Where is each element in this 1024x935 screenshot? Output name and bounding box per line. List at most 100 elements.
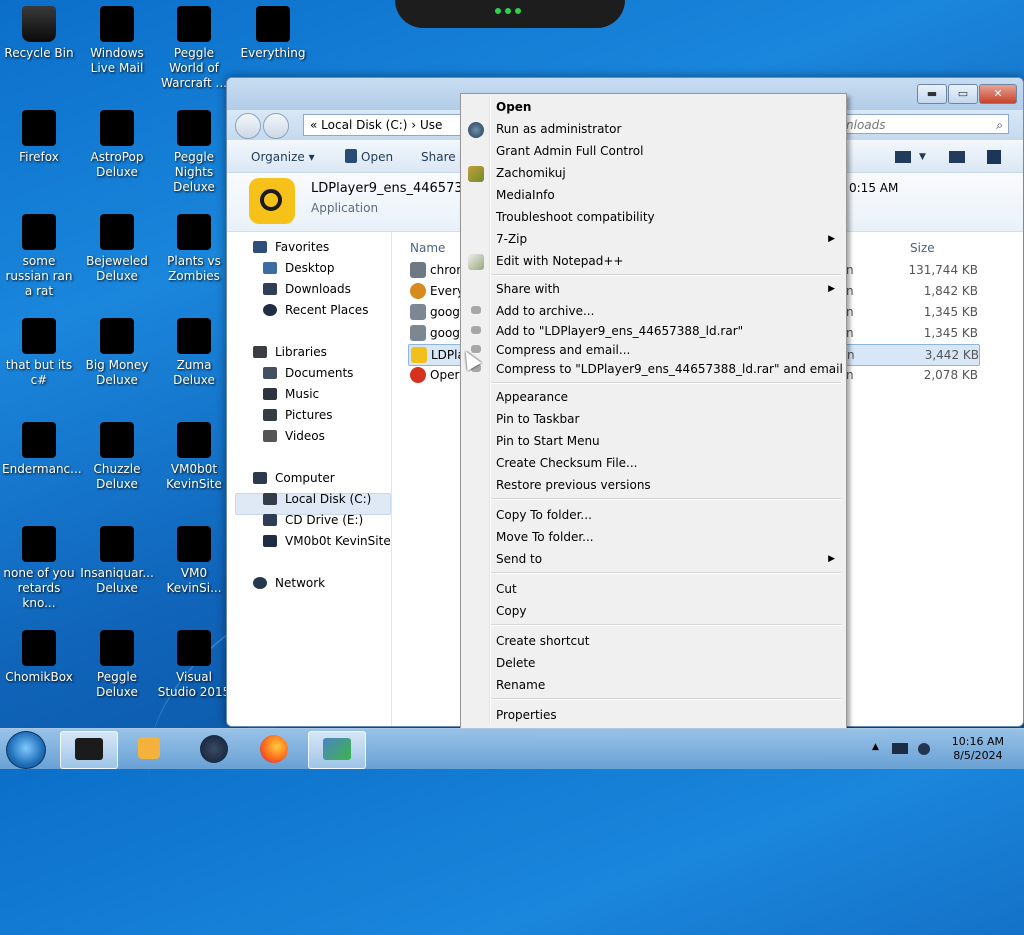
nav-local-disk[interactable]: Local Disk (C:) [263,492,371,506]
nav-network[interactable]: Network [253,576,325,590]
desktop-icon-recycle-bin[interactable]: Recycle Bin [2,6,76,61]
network-tray-icon[interactable] [892,743,908,754]
menu-item-restore-versions[interactable]: Restore previous versions [496,478,651,492]
taskbar-explorer[interactable] [60,731,118,769]
menu-item-add-rar[interactable]: Add to "LDPlayer9_ens_44657388_ld.rar" [496,324,743,338]
desktop-icon-label: VM0b0t KevinSite [166,462,222,491]
taskbar-app-active[interactable] [308,731,366,769]
close-button[interactable]: ✕ [979,84,1017,104]
nav-music[interactable]: Music [263,387,319,401]
address-bar[interactable]: « Local Disk (C:) › Use [303,114,471,136]
desktop-icon-peggle-nights[interactable]: Peggle Nights Deluxe [157,110,231,195]
desktop-icon-pvz[interactable]: Plants vs Zombies [157,214,231,284]
maximize-button[interactable]: ▭ [948,84,978,104]
desktop-icon-astropop[interactable]: AstroPop Deluxe [80,110,154,180]
desktop-icon-firefox[interactable]: Firefox [2,110,76,165]
desktop-icon-label: Insaniquar... Deluxe [80,566,154,595]
desktop-icon-label: Windows Live Mail [90,46,144,75]
menu-item-delete[interactable]: Delete [496,656,535,670]
menu-item-copy[interactable]: Copy [496,604,526,618]
menu-item-move-to-folder[interactable]: Move To folder... [496,530,594,544]
nav-vm-drive[interactable]: VM0b0t KevinSite [263,534,391,548]
nav-videos[interactable]: Videos [263,429,325,443]
desktop-icon-russian-rat[interactable]: some russian ran a rat [2,214,76,299]
menu-item-run-as-admin[interactable]: Run as administrator [496,122,621,136]
taskbar-app-globe[interactable] [186,731,242,767]
desktop-icon-peggle-deluxe[interactable]: Peggle Deluxe [80,630,154,700]
organize-button[interactable]: Organize ▾ [251,150,315,164]
preview-pane-icon[interactable] [949,151,965,163]
menu-item-7zip[interactable]: 7-Zip [496,232,527,246]
desktop-icon-big-money[interactable]: Big Money Deluxe [80,318,154,388]
nav-favorites[interactable]: Favorites [253,240,329,254]
desktop-icon-label: Firefox [19,150,59,164]
forward-button[interactable] [263,113,289,139]
column-header-name[interactable]: Name [410,241,445,255]
show-hidden-icons[interactable]: ▲ [872,742,884,752]
nav-computer[interactable]: Computer [253,471,335,485]
menu-item-properties[interactable]: Properties [496,708,557,722]
menu-item-pin-taskbar[interactable]: Pin to Taskbar [496,412,579,426]
menu-item-cut[interactable]: Cut [496,582,517,596]
menu-item-compress-email[interactable]: Compress and email... [496,343,630,357]
menu-item-compress-rar-email[interactable]: Compress to "LDPlayer9_ens_44657388_ld.r… [496,362,843,376]
desktop-icon-that-but-csharp[interactable]: that but its c# [2,318,76,388]
menu-item-share-with[interactable]: Share with [496,282,560,296]
desktop-icon-zuma[interactable]: Zuma Deluxe [157,318,231,388]
desktop-icon-visual-studio[interactable]: Visual Studio 2015 [157,630,231,700]
menu-item-rename[interactable]: Rename [496,678,545,692]
desktop-icon-bejeweled[interactable]: Bejeweled Deluxe [80,214,154,284]
desktop-icon-none-of-you[interactable]: none of you retards kno... [2,526,76,611]
taskbar-media-player[interactable] [122,731,178,767]
menu-item-troubleshoot[interactable]: Troubleshoot compatibility [496,210,655,224]
nav-downloads[interactable]: Downloads [263,282,351,296]
help-icon[interactable] [987,150,1001,164]
desktop-icon-label: some russian ran a rat [5,254,73,298]
menu-item-zachomikuj[interactable]: Zachomikuj [496,166,566,180]
menu-item-create-shortcut[interactable]: Create shortcut [496,634,589,648]
breadcrumb-local-disk[interactable]: Local Disk (C:) [321,118,407,132]
desktop-icon-windows-live-mail[interactable]: Windows Live Mail [80,6,154,76]
desktop-icon-vm0-kevinsite[interactable]: VM0 KevinSi... [157,526,231,596]
menu-item-appearance[interactable]: Appearance [496,390,568,404]
menu-item-add-archive[interactable]: Add to archive... [496,304,594,318]
file-size: 2,078 KB [923,368,978,382]
breadcrumb-users[interactable]: Use [420,118,442,132]
desktop-icon-insaniquarium[interactable]: Insaniquar... Deluxe [80,526,154,596]
nav-documents[interactable]: Documents [263,366,353,380]
menu-item-copy-to-folder[interactable]: Copy To folder... [496,508,592,522]
desktop-icon-peggle-wow[interactable]: Peggle World of Warcraft ... [157,6,231,91]
open-button[interactable]: Open [361,150,393,164]
nav-cd-drive[interactable]: CD Drive (E:) [263,513,363,527]
address-prefix: « [310,118,318,132]
menu-item-mediainfo[interactable]: MediaInfo [496,188,555,202]
start-button[interactable] [6,731,46,769]
menu-item-open[interactable]: Open [496,100,531,114]
menu-item-grant-admin[interactable]: Grant Admin Full Control [496,144,643,158]
desktop-icon-chuzzle[interactable]: Chuzzle Deluxe [80,422,154,492]
menu-item-send-to[interactable]: Send to [496,552,542,566]
volume-tray-icon[interactable] [918,743,930,755]
nav-recent-places[interactable]: Recent Places [263,303,368,317]
column-header-size[interactable]: Size [910,241,935,255]
chevron-down-icon[interactable]: ▼ [919,152,926,162]
menu-item-pin-start[interactable]: Pin to Start Menu [496,434,600,448]
nav-pictures[interactable]: Pictures [263,408,333,422]
desktop-icon-endermanch[interactable]: Endermanc... [2,422,82,477]
nav-desktop[interactable]: Desktop [263,261,335,275]
back-button[interactable] [235,113,261,139]
desktop-icon-label: Endermanc... [2,462,82,476]
desktop-icon-chomikbox[interactable]: ChomikBox [2,630,76,685]
minimize-button[interactable]: ▬ [917,84,947,104]
menu-item-checksum[interactable]: Create Checksum File... [496,456,638,470]
search-input[interactable]: nloads ⌕ [839,114,1009,134]
menu-item-edit-notepadpp[interactable]: Edit with Notepad++ [496,254,623,268]
desktop-icon-everything[interactable]: Everything [236,6,310,61]
notepadpp-icon [468,254,484,270]
system-clock[interactable]: 10:16 AM 8/5/2024 [952,735,1004,763]
nav-libraries[interactable]: Libraries [253,345,327,359]
desktop-icon-vm0b0t[interactable]: VM0b0t KevinSite [157,422,231,492]
taskbar-firefox[interactable] [246,731,302,767]
search-icon[interactable]: ⌕ [996,115,1003,135]
view-options-icon[interactable] [895,151,911,163]
